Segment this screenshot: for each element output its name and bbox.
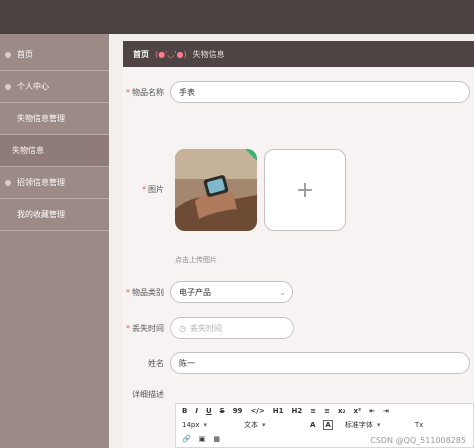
field-name-row: * 物品名称 手表 bbox=[123, 81, 470, 103]
breadcrumb: 首页 (●'◡'●) 失物信息 bbox=[123, 41, 474, 67]
font-size-select[interactable]: 14px bbox=[182, 421, 234, 429]
italic-button[interactable]: I bbox=[195, 407, 198, 415]
sidebar-item-label: 招领信息管理 bbox=[17, 178, 65, 187]
ordered-list-button[interactable]: ≡ bbox=[310, 407, 316, 415]
outdent-button[interactable]: ⇤ bbox=[369, 407, 375, 415]
sidebar-item-label: 失物信息 bbox=[12, 146, 44, 155]
breadcrumb-emoticon: (●'◡'●) bbox=[155, 49, 187, 59]
sidebar-item-lost-manage[interactable]: 失物信息管理 bbox=[0, 103, 109, 135]
blockquote-button[interactable]: 99 bbox=[233, 407, 243, 415]
upload-add-button[interactable]: + bbox=[264, 149, 346, 231]
sidebar-item-favorites[interactable]: 我的收藏管理 bbox=[0, 199, 109, 231]
field-label: * 物品名称 bbox=[126, 87, 164, 97]
bullet-icon bbox=[5, 83, 11, 90]
field-category-row: * 物品类别 电子产品 ⌄ bbox=[123, 281, 293, 303]
owner-name-input[interactable]: 陈一 bbox=[170, 352, 470, 374]
sidebar-item-label: 失物信息管理 bbox=[17, 114, 65, 123]
watermark: CSDN @QQ_511008285 bbox=[370, 436, 466, 445]
field-label: 详细描述 bbox=[132, 390, 164, 399]
font-family-select[interactable]: 标准字体 bbox=[345, 420, 405, 430]
text-type-select[interactable]: 文本 bbox=[244, 420, 300, 430]
sidebar-item-profile[interactable]: 个人中心 bbox=[0, 71, 109, 103]
underline-button[interactable]: U bbox=[206, 407, 212, 415]
image-icon[interactable]: ▣ bbox=[199, 435, 206, 443]
sidebar-item-lost-info[interactable]: 失物信息 bbox=[0, 135, 109, 167]
bullet-icon bbox=[5, 51, 11, 58]
clock-icon: ◷ bbox=[179, 323, 186, 333]
field-image-row: * 图片 bbox=[123, 184, 170, 195]
clear-format-button[interactable]: Tx bbox=[415, 421, 423, 429]
uploaded-image-thumbnail[interactable] bbox=[175, 149, 257, 231]
video-icon[interactable]: ▦ bbox=[213, 435, 220, 443]
field-label: 姓名 bbox=[148, 358, 164, 368]
item-name-input[interactable]: 手表 bbox=[170, 81, 470, 103]
strike-button[interactable]: S bbox=[220, 407, 225, 415]
lost-item-form: * 物品名称 手表 * 图片 + 点击上传图片 * 物品类别 电子产品 ⌄ * … bbox=[123, 67, 474, 448]
plus-icon: + bbox=[295, 177, 315, 203]
upload-hint: 点击上传图片 bbox=[175, 256, 217, 264]
background-color-icon[interactable]: A bbox=[323, 420, 333, 430]
editor-toolbar-row-1: B I U S 99 </> H1 H2 ≡ ≡ x₂ x² ⇤ ⇥ bbox=[176, 404, 473, 418]
bold-button[interactable]: B bbox=[182, 407, 187, 415]
link-icon[interactable]: 🔗 bbox=[182, 435, 191, 443]
category-select[interactable]: 电子产品 ⌄ bbox=[170, 281, 293, 303]
sidebar-item-label: 个人中心 bbox=[17, 82, 49, 91]
indent-button[interactable]: ⇥ bbox=[383, 407, 389, 415]
bullet-list-button[interactable]: ≡ bbox=[324, 407, 330, 415]
sidebar: 首页 个人中心 失物信息管理 失物信息 招领信息管理 我的收藏管理 bbox=[0, 34, 109, 448]
superscript-button[interactable]: x² bbox=[354, 407, 362, 415]
field-label: * 丢失时间 bbox=[126, 323, 164, 333]
sidebar-item-label: 我的收藏管理 bbox=[17, 210, 65, 219]
breadcrumb-home[interactable]: 首页 bbox=[133, 49, 149, 60]
field-owner-row: 姓名 陈一 bbox=[123, 352, 470, 374]
field-detail-row: 详细描述 bbox=[123, 389, 170, 400]
field-lost-time-row: * 丢失时间 ◷ 丢失时间 bbox=[123, 317, 294, 339]
lost-time-picker[interactable]: ◷ 丢失时间 bbox=[170, 317, 294, 339]
field-label: * 物品类别 bbox=[126, 287, 164, 297]
h1-button[interactable]: H1 bbox=[273, 407, 284, 415]
sidebar-item-label: 首页 bbox=[17, 50, 33, 59]
code-button[interactable]: </> bbox=[250, 407, 264, 415]
sidebar-item-found-manage[interactable]: 招领信息管理 bbox=[0, 167, 109, 199]
font-color-icon[interactable]: A bbox=[310, 421, 315, 429]
top-header-bar bbox=[0, 0, 474, 34]
editor-toolbar-row-2: 14px 文本 A A 标准字体 Tx bbox=[176, 418, 473, 432]
watch-photo-image bbox=[175, 149, 257, 231]
bullet-icon bbox=[5, 179, 11, 186]
h2-button[interactable]: H2 bbox=[291, 407, 302, 415]
subscript-button[interactable]: x₂ bbox=[338, 407, 346, 415]
chevron-down-icon: ⌄ bbox=[279, 287, 286, 297]
main-content: 首页 (●'◡'●) 失物信息 *物品名称 手表 *图片 + 点击上传图片 bbox=[109, 34, 474, 448]
sidebar-item-home[interactable]: 首页 bbox=[0, 39, 109, 71]
field-label: * 图片 bbox=[142, 185, 164, 194]
breadcrumb-current: 失物信息 bbox=[192, 49, 225, 59]
